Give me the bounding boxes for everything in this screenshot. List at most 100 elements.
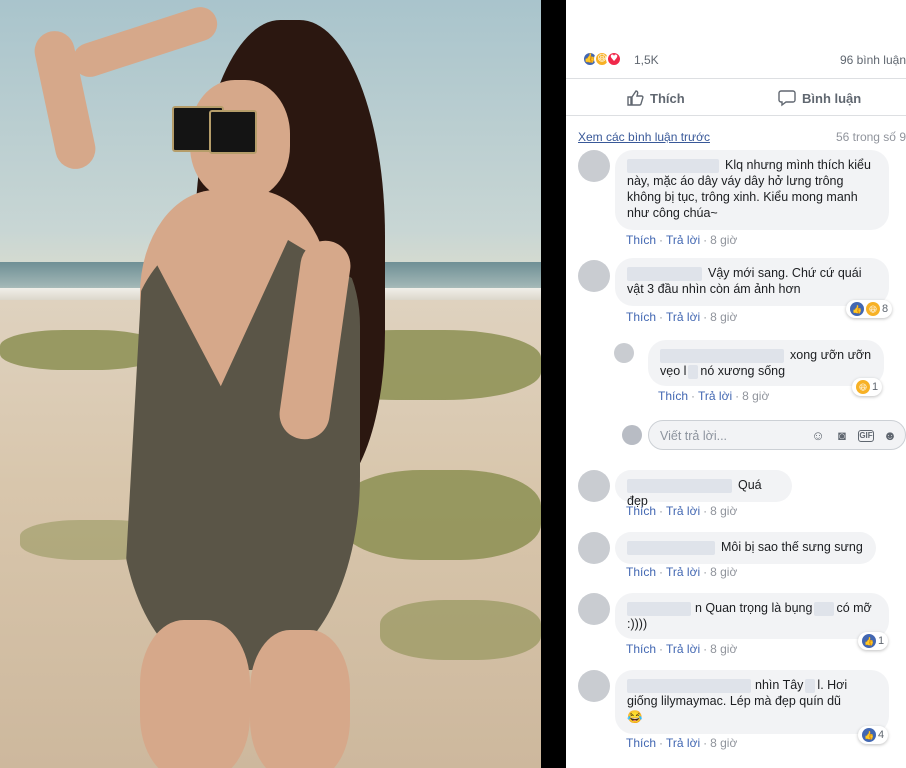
- reply-time[interactable]: 8 giờ: [742, 389, 769, 403]
- comment-reaction-count: 4: [878, 729, 885, 741]
- reply-text: vẹo l: [660, 364, 687, 378]
- comment-text: có mỡ: [836, 601, 872, 615]
- comment-like-link[interactable]: Thích: [626, 310, 656, 324]
- comment-reply-link[interactable]: Trả lời: [666, 642, 700, 656]
- comment-time[interactable]: 8 giờ: [710, 565, 737, 579]
- reply-input[interactable]: Viết trả lời... ☺ ◙ GIF ☻: [648, 420, 906, 450]
- comment-meta: Thích · Trả lời · 8 giờ: [626, 233, 738, 247]
- photo-grass: [380, 600, 541, 660]
- photo-leg: [250, 630, 350, 768]
- avatar[interactable]: [578, 593, 610, 625]
- like-icon: 👍: [862, 634, 876, 648]
- view-previous-comments-link[interactable]: Xem các bình luận trước: [578, 130, 710, 144]
- comment-like-link[interactable]: Thích: [626, 233, 656, 247]
- reply-reply-link[interactable]: Trả lời: [698, 389, 732, 403]
- avatar[interactable]: [614, 343, 634, 363]
- avatar[interactable]: [578, 670, 610, 702]
- comment-text: nhìn Tây: [755, 678, 804, 692]
- comment-text: giống lilymaymac. Lép mà đẹp quín dũ: [627, 694, 842, 708]
- comments-panel: 👍 😆 ♥ 1,5K 96 bình luận Thích Bình luận …: [566, 0, 906, 768]
- comment-reply-link[interactable]: Trả lời: [666, 565, 700, 579]
- comment-time[interactable]: 8 giờ: [710, 504, 737, 518]
- blurred-author-name[interactable]: [627, 678, 751, 693]
- blurred-text: [805, 678, 816, 693]
- comment-reply-link[interactable]: Trả lời: [666, 233, 700, 247]
- comment-reactions[interactable]: 👍 1: [858, 632, 889, 650]
- comment-meta: Thích · Trả lời · 8 giờ: [626, 736, 738, 750]
- comment-reply-link[interactable]: Trả lời: [666, 736, 700, 750]
- reaction-count[interactable]: 1,5K: [634, 53, 659, 67]
- comment-reactions[interactable]: 👍 4: [858, 726, 889, 744]
- comment-reaction-count: 1: [878, 635, 885, 647]
- comment-reactions[interactable]: 👍 😆 8: [846, 300, 893, 318]
- avatar[interactable]: [578, 532, 610, 564]
- comment-bubble: nhìn Tây l. Hơi giống lilymaymac. Lép mà …: [615, 670, 889, 734]
- comment-bubble: Quá đẹp: [615, 470, 792, 508]
- comment-bubble: n Quan trọng là bụng có mỡ :)))): [615, 593, 889, 639]
- comment-text: l. Hơi: [817, 678, 848, 692]
- comment-meta: Thích · Trả lời · 8 giờ: [626, 565, 738, 579]
- comment-time[interactable]: 8 giờ: [710, 736, 737, 750]
- blurred-author-name[interactable]: [627, 540, 715, 555]
- comment-like-link[interactable]: Thích: [626, 504, 656, 518]
- laughing-emoji-icon: 😂: [627, 710, 643, 724]
- comment-meta: Thích · Trả lời · 8 giờ: [626, 310, 738, 324]
- reply-like-link[interactable]: Thích: [658, 389, 688, 403]
- reply-reactions[interactable]: 😆 1: [852, 378, 883, 396]
- comment-bubble: Môi bị sao thế sưng sưng: [615, 532, 876, 564]
- reply-meta: Thích · Trả lời · 8 giờ: [658, 389, 770, 403]
- comment-bubble: Klq nhưng mình thích kiểu này, mặc áo dâ…: [615, 150, 889, 230]
- blurred-text: [814, 601, 835, 616]
- comments-pager-count: 56 trong số 9: [835, 130, 906, 144]
- reactions-summary[interactable]: 👍 😆 ♥ 1,5K 96 bình luận: [582, 50, 906, 70]
- avatar[interactable]: [578, 470, 610, 502]
- blurred-text: [688, 364, 699, 379]
- comment-meta: Thích · Trả lời · 8 giờ: [626, 504, 738, 518]
- haha-icon: 😆: [856, 380, 870, 394]
- like-button[interactable]: Thích: [626, 89, 685, 107]
- comment-button[interactable]: Bình luận: [778, 89, 861, 107]
- comment-time[interactable]: 8 giờ: [710, 310, 737, 324]
- comment-like-link[interactable]: Thích: [626, 565, 656, 579]
- haha-icon: 😆: [866, 302, 880, 316]
- like-icon: 👍: [850, 302, 864, 316]
- comment-time[interactable]: 8 giờ: [710, 642, 737, 656]
- comment-like-link[interactable]: Thích: [626, 736, 656, 750]
- avatar[interactable]: [578, 150, 610, 182]
- blurred-author-name[interactable]: [627, 478, 732, 493]
- comment-like-link[interactable]: Thích: [626, 642, 656, 656]
- like-icon: 👍: [862, 728, 876, 742]
- comment-icon: [778, 90, 796, 107]
- post-photo[interactable]: [0, 0, 541, 768]
- action-bar: Thích Bình luận: [566, 78, 906, 116]
- comment-text: :)))): [627, 617, 648, 631]
- camera-icon[interactable]: ◙: [834, 428, 850, 444]
- comment-count[interactable]: 96 bình luận: [840, 53, 906, 67]
- thumbs-up-icon: [627, 90, 644, 106]
- comment-text: n Quan trọng là bụng: [695, 601, 813, 615]
- comment-reply-link[interactable]: Trả lời: [666, 504, 700, 518]
- blurred-author-name[interactable]: [627, 158, 719, 173]
- photo-leg: [140, 620, 250, 768]
- reply-bubble: xong ưỡn ưỡn vẹo l nó xương sống: [648, 340, 884, 386]
- emoji-icon[interactable]: ☺: [810, 428, 826, 444]
- photo-grass: [0, 330, 160, 370]
- comment-bubble: Vậy mới sang. Chứ cứ quái vật 3 đầu nhìn…: [615, 258, 889, 306]
- comment-text: Môi bị sao thế sưng sưng: [721, 540, 863, 554]
- comment-reply-link[interactable]: Trả lời: [666, 310, 700, 324]
- reply-text: xong ưỡn ưỡn: [790, 348, 872, 362]
- gif-icon[interactable]: GIF: [858, 430, 874, 442]
- photo-grass: [340, 470, 541, 560]
- sticker-icon[interactable]: ☻: [882, 428, 898, 444]
- photo-arm: [68, 2, 222, 82]
- blurred-author-name[interactable]: [627, 266, 702, 281]
- reply-text: nó xương sống: [700, 364, 786, 378]
- comment-time[interactable]: 8 giờ: [710, 233, 737, 247]
- blurred-author-name[interactable]: [660, 348, 784, 363]
- comment-meta: Thích · Trả lời · 8 giờ: [626, 642, 738, 656]
- user-avatar[interactable]: [622, 425, 642, 445]
- blurred-author-name[interactable]: [627, 601, 691, 616]
- comment-button-label: Bình luận: [802, 90, 862, 106]
- avatar[interactable]: [578, 260, 610, 292]
- reply-reaction-count: 1: [872, 381, 879, 393]
